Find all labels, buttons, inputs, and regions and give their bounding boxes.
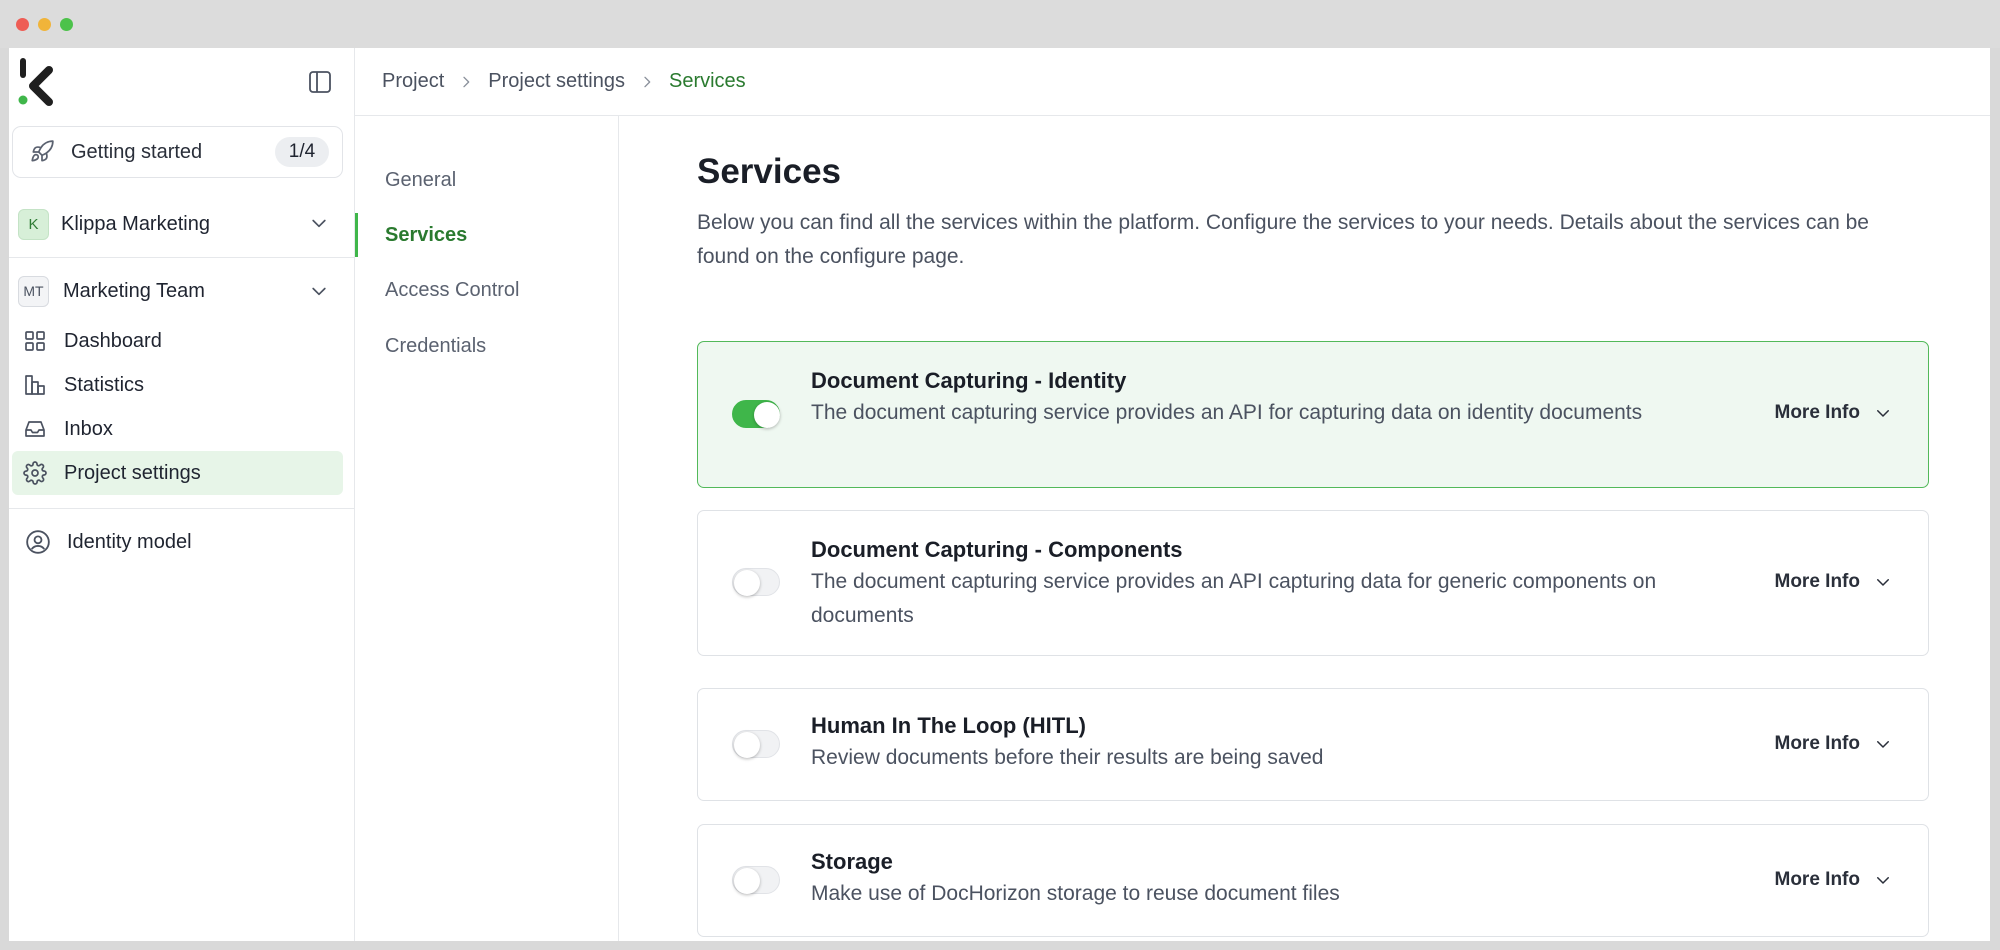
team-avatar: MT	[18, 275, 49, 307]
service-title: Document Capturing - Identity	[811, 368, 1127, 393]
more-info-button[interactable]: More Info	[1775, 733, 1893, 755]
tab-access-control[interactable]: Access Control	[355, 268, 618, 312]
service-description: Make use of DocHorizon storage to reuse …	[811, 882, 1340, 905]
more-info-label: More Info	[1774, 869, 1861, 890]
toggle-knob	[734, 570, 760, 596]
service-toggle[interactable]	[732, 866, 780, 894]
chevron-down-icon	[309, 281, 329, 306]
sidebar: Getting started 1/4 K Klippa Marketing M…	[9, 48, 355, 941]
user-circle-icon	[25, 529, 51, 555]
organization-name: Klippa Marketing	[61, 212, 210, 235]
page-description: Below you can find all the services with…	[697, 211, 1869, 268]
more-info-label: More Info	[1774, 733, 1861, 754]
service-toggle[interactable]	[732, 400, 780, 428]
minimize-window-button[interactable]	[38, 18, 51, 31]
toggle-knob	[734, 868, 760, 894]
more-info-label: More Info	[1774, 402, 1861, 423]
sidebar-item-label: Identity model	[67, 530, 192, 553]
chevron-down-icon	[1877, 410, 1889, 417]
service-title: Document Capturing - Components	[811, 537, 1183, 562]
breadcrumb-project-settings[interactable]: Project settings	[488, 70, 625, 93]
organization-switcher[interactable]: K Klippa Marketing	[18, 203, 343, 245]
sidebar-item-label: Inbox	[64, 417, 113, 440]
more-info-button[interactable]: More Info	[1775, 571, 1893, 593]
chevron-down-icon	[309, 213, 329, 238]
sidebar-toggle-icon[interactable]	[307, 69, 333, 95]
team-name: Marketing Team	[63, 279, 205, 302]
inbox-icon	[22, 416, 48, 442]
service-title: Human In The Loop (HITL)	[811, 713, 1086, 738]
services-panel: Services Below you can find all the serv…	[619, 116, 1990, 941]
service-toggle[interactable]	[732, 730, 780, 758]
service-card-components: Document Capturing - Components The docu…	[697, 510, 1929, 656]
getting-started-label: Getting started	[71, 140, 203, 163]
more-info-label: More Info	[1774, 571, 1861, 592]
toggle-knob	[734, 732, 760, 758]
sidebar-divider	[9, 508, 355, 509]
app-window: Getting started 1/4 K Klippa Marketing M…	[9, 48, 1990, 941]
team-switcher[interactable]: MT Marketing Team	[18, 271, 343, 311]
breadcrumb: Project Project settings Services	[355, 48, 1990, 116]
more-info-button[interactable]: More Info	[1775, 402, 1893, 424]
service-description: Review documents before their results ar…	[811, 746, 1324, 769]
sidebar-item-statistics[interactable]: Statistics	[12, 363, 343, 407]
sidebar-item-label: Project settings	[64, 461, 201, 484]
sidebar-item-identity-model[interactable]: Identity model	[12, 520, 343, 564]
settings-subnav: General Services Access Control Credenti…	[355, 116, 619, 941]
service-title: Storage	[811, 849, 893, 874]
tab-services[interactable]: Services	[355, 213, 618, 257]
sidebar-item-dashboard[interactable]: Dashboard	[12, 319, 343, 363]
klippa-logo[interactable]	[17, 56, 57, 108]
sidebar-item-project-settings[interactable]: Project settings	[12, 451, 343, 495]
chevron-down-icon	[1877, 579, 1889, 586]
sidebar-item-label: Statistics	[64, 373, 145, 396]
sidebar-divider	[9, 257, 355, 258]
bar-chart-icon	[22, 372, 48, 398]
sidebar-item-inbox[interactable]: Inbox	[12, 407, 343, 451]
grid-icon	[22, 328, 48, 354]
breadcrumb-project[interactable]: Project	[382, 70, 444, 93]
breadcrumb-services: Services	[668, 70, 746, 92]
getting-started-button[interactable]: Getting started 1/4	[12, 126, 343, 178]
chevron-right-icon	[458, 74, 474, 90]
page-title: Services	[697, 152, 842, 191]
window-titlebar	[0, 0, 2000, 48]
service-toggle[interactable]	[732, 568, 780, 596]
maximize-window-button[interactable]	[60, 18, 73, 31]
gear-icon	[22, 460, 48, 486]
tab-credentials[interactable]: Credentials	[355, 324, 618, 368]
service-description: The document capturing service provides …	[811, 570, 1657, 627]
tab-general[interactable]: General	[355, 158, 618, 202]
service-card-hitl: Human In The Loop (HITL) Review document…	[697, 688, 1929, 801]
close-window-button[interactable]	[16, 18, 29, 31]
chevron-right-icon	[639, 74, 655, 90]
rocket-icon	[29, 139, 55, 165]
more-info-button[interactable]: More Info	[1775, 869, 1893, 891]
organization-avatar: K	[18, 208, 49, 240]
sidebar-item-label: Dashboard	[64, 329, 162, 352]
chevron-down-icon	[1877, 741, 1889, 748]
service-card-identity: Document Capturing - Identity The docume…	[697, 341, 1929, 488]
service-description: The document capturing service provides …	[811, 401, 1643, 424]
service-card-storage: Storage Make use of DocHorizon storage t…	[697, 824, 1929, 937]
getting-started-progress-badge: 1/4	[275, 137, 329, 167]
chevron-down-icon	[1877, 877, 1889, 884]
toggle-knob	[754, 402, 780, 428]
